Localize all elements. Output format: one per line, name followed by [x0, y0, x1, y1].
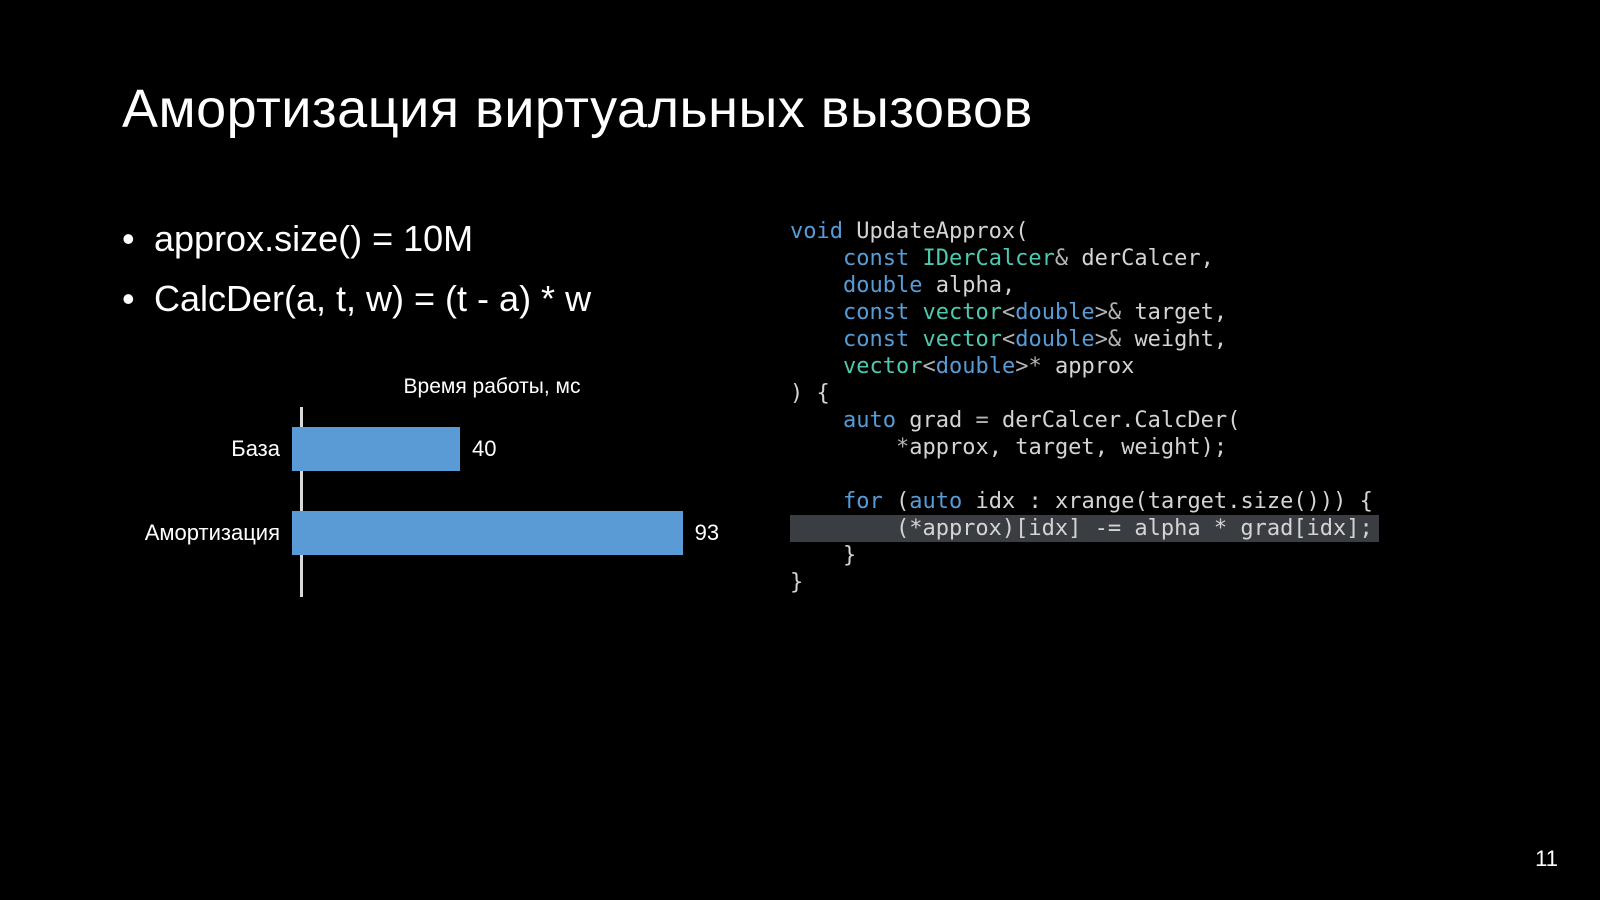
bullet-item: CalcDer(a, t, w) = (t - a) * w	[122, 278, 591, 320]
code-highlighted-line: (*approx)[idx] -= alpha * grad[idx];	[790, 515, 1379, 542]
slide-title: Амортизация виртуальных вызовов	[122, 78, 1033, 140]
chart-category-label: База	[122, 436, 292, 462]
bullet-dot-icon	[122, 278, 154, 320]
chart-bar	[292, 427, 460, 471]
chart-bar	[292, 511, 683, 555]
code-snippet: void UpdateApprox( const IDerCalcer& der…	[790, 218, 1379, 596]
chart-bar-row: Амортизация 93	[122, 511, 762, 555]
page-number: 11	[1535, 846, 1558, 872]
runtime-chart: Время работы, мс База 40 Амортизация 93	[122, 375, 762, 597]
slide: Амортизация виртуальных вызовов approx.s…	[0, 0, 1600, 900]
chart-plot-area: База 40 Амортизация 93	[122, 407, 762, 597]
bullet-text: CalcDer(a, t, w) = (t - a) * w	[154, 278, 591, 320]
chart-value-label: 40	[472, 436, 496, 462]
bullet-text: approx.size() = 10M	[154, 218, 473, 260]
chart-value-label: 93	[695, 520, 719, 546]
chart-category-label: Амортизация	[122, 520, 292, 546]
bullet-dot-icon	[122, 218, 154, 260]
chart-bar-row: База 40	[122, 427, 762, 471]
chart-title: Время работы, мс	[282, 375, 702, 399]
bullet-list: approx.size() = 10M CalcDer(a, t, w) = (…	[122, 218, 591, 320]
bullet-item: approx.size() = 10M	[122, 218, 591, 260]
